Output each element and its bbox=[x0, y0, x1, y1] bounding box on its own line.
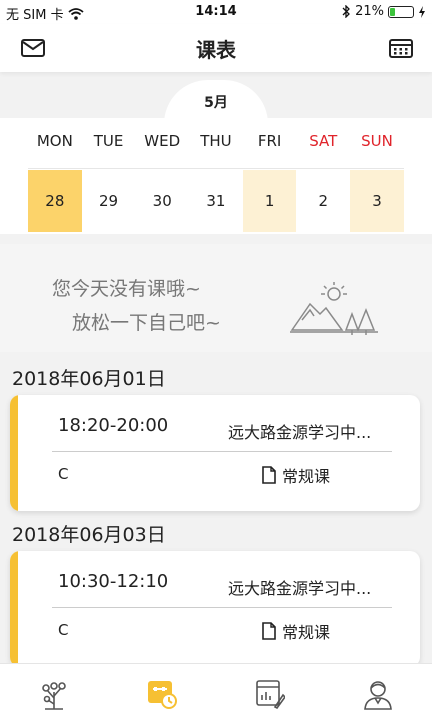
class-type-label: 常规课 bbox=[282, 467, 331, 486]
date-cell[interactable]: 29 bbox=[82, 170, 136, 232]
weekday-sun: SUN bbox=[361, 132, 393, 150]
status-bar: 无 SIM 卡 14:14 21% bbox=[0, 0, 432, 24]
weekday-tue: TUE bbox=[93, 132, 124, 150]
divider bbox=[52, 607, 392, 608]
date-cell-has-class[interactable]: 3 bbox=[350, 170, 404, 232]
mountain-sun-trees-icon bbox=[290, 282, 378, 335]
weekday-wed: WED bbox=[144, 132, 181, 150]
week-calendar: MON TUE WED THU FRI SAT SUN 28 29 30 31 … bbox=[0, 118, 432, 234]
battery-percent: 21% bbox=[355, 4, 384, 19]
class-time: 10:30-12:10 bbox=[58, 571, 169, 592]
no-class-banner: 您今天没有课哦~ 放松一下自己吧~ bbox=[0, 244, 432, 352]
card-accent-bar bbox=[10, 395, 18, 511]
date-cell-selected[interactable]: 28 bbox=[28, 170, 82, 232]
class-location: 远大路金源学习中... bbox=[228, 423, 372, 442]
schedule-date-heading: 2018年06月03日 bbox=[12, 524, 166, 546]
charging-icon bbox=[419, 5, 425, 18]
page-title: 课表 bbox=[196, 38, 236, 62]
tree-icon[interactable] bbox=[36, 676, 72, 712]
class-card[interactable]: 18:20-20:00 远大路金源学习中... C 常规课 bbox=[10, 395, 420, 511]
class-type-label: 常规课 bbox=[282, 623, 331, 642]
weekday-mon: MON bbox=[36, 132, 73, 150]
weekday-thu: THU bbox=[200, 132, 232, 150]
weekday-row: MON TUE WED THU FRI SAT SUN bbox=[28, 132, 404, 150]
date-row: 28 29 30 31 1 2 3 bbox=[28, 170, 404, 232]
class-code: C bbox=[58, 465, 69, 483]
date-cell[interactable]: 2 bbox=[296, 170, 350, 232]
weekday-sat: SAT bbox=[309, 132, 338, 150]
calendar-icon[interactable] bbox=[388, 36, 414, 60]
tab-bar bbox=[0, 663, 432, 720]
schedule-date-heading: 2018年06月01日 bbox=[12, 368, 166, 390]
weekday-fri: FRI bbox=[257, 132, 282, 150]
empty-message-line2: 放松一下自己吧~ bbox=[72, 312, 221, 334]
date-cell[interactable]: 31 bbox=[189, 170, 243, 232]
date-cell[interactable]: 30 bbox=[135, 170, 189, 232]
divider bbox=[28, 168, 404, 169]
class-type: 常规课 bbox=[262, 619, 330, 643]
class-location: 远大路金源学习中... bbox=[228, 579, 372, 598]
schedule-icon[interactable] bbox=[144, 676, 180, 712]
class-time: 18:20-20:00 bbox=[58, 415, 169, 436]
battery-icon bbox=[388, 5, 414, 18]
nav-bar: 课表 bbox=[0, 24, 432, 72]
battery-level bbox=[390, 7, 396, 16]
divider bbox=[52, 451, 392, 452]
date-cell-has-class[interactable]: 1 bbox=[242, 170, 297, 232]
document-icon bbox=[262, 466, 276, 484]
empty-message-line1: 您今天没有课哦~ bbox=[52, 278, 201, 300]
month-text: 5月 bbox=[204, 95, 228, 111]
card-accent-bar bbox=[10, 551, 18, 667]
profile-icon[interactable] bbox=[360, 676, 396, 712]
class-code: C bbox=[58, 621, 69, 639]
report-icon[interactable] bbox=[252, 676, 288, 712]
class-type: 常规课 bbox=[262, 463, 330, 487]
bluetooth-icon bbox=[342, 5, 351, 18]
document-icon bbox=[262, 622, 276, 640]
class-card[interactable]: 10:30-12:10 远大路金源学习中... C 常规课 bbox=[10, 551, 420, 667]
